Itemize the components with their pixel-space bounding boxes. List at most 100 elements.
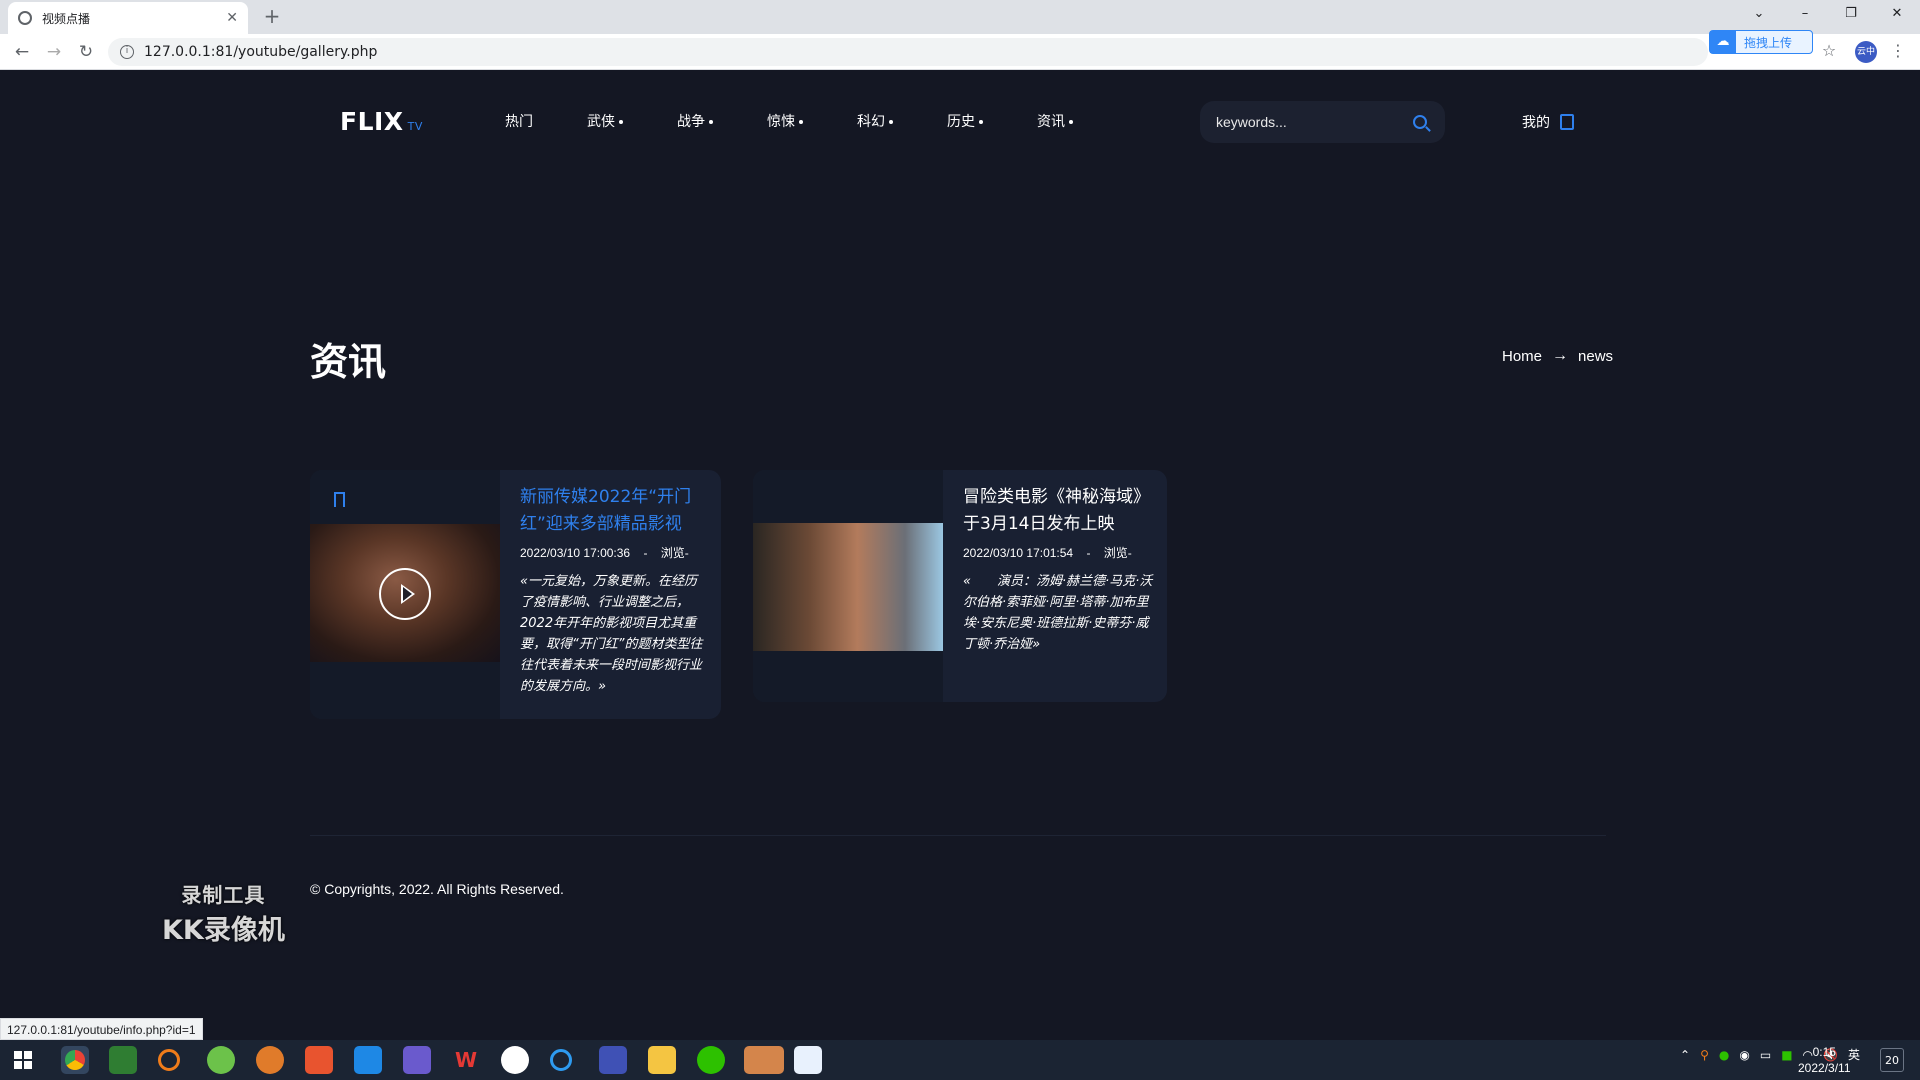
folder-icon[interactable] xyxy=(648,1046,676,1074)
news-meta: 2022/03/10 17:01:54 - 浏览- xyxy=(963,544,1153,561)
reload-icon[interactable]: ↻ xyxy=(74,40,98,64)
info-icon[interactable]: i xyxy=(120,45,134,59)
windows-taskbar: W ⌃ ⚲ ● ◉ ▭ ■ ◠ 🔇 英 0:15 2022/3/11 20 xyxy=(0,1040,1920,1080)
page-title: 资讯 xyxy=(310,340,387,384)
tab-title: 视频点播 xyxy=(42,11,91,26)
logo-text: FLIX xyxy=(340,107,404,136)
search-app-icon[interactable] xyxy=(158,1049,180,1071)
news-excerpt: « 演员：汤姆·赫兰德·马克·沃尔伯格·索菲娅·阿里·塔蒂·加布里埃·安东尼奥·… xyxy=(963,574,1153,652)
dropdown-dot-icon xyxy=(1069,120,1073,124)
menu-item-news[interactable]: 资讯 xyxy=(1037,111,1073,131)
menu-item-label: 资讯 xyxy=(1037,114,1065,130)
menu-item-wuxia[interactable]: 武侠 xyxy=(587,111,623,131)
address-bar[interactable]: i 127.0.0.1:81/youtube/gallery.php xyxy=(108,38,1708,66)
menu-item-label: 战争 xyxy=(677,114,705,130)
news-date: 2022/03/10 17:00:36 xyxy=(520,546,631,560)
news-meta-separator: - xyxy=(1086,546,1091,560)
bookmark-icon[interactable] xyxy=(334,492,345,507)
news-image xyxy=(753,523,943,651)
menu-item-label: 热门 xyxy=(505,114,533,130)
face-app-icon[interactable] xyxy=(256,1046,284,1074)
menu-item-hot[interactable]: 热门 xyxy=(505,111,533,131)
breadcrumb: Home → news xyxy=(1502,347,1613,365)
news-date: 2022/03/10 17:01:54 xyxy=(963,546,1074,560)
menu-item-war[interactable]: 战争 xyxy=(677,111,713,131)
breadcrumb-home[interactable]: Home xyxy=(1502,348,1542,365)
search-box xyxy=(1200,101,1445,143)
menu-item-thriller[interactable]: 惊悚 xyxy=(767,111,803,131)
search-tool-icon[interactable] xyxy=(550,1049,572,1071)
play-icon[interactable] xyxy=(379,568,431,620)
tray-security-icon[interactable]: ■ xyxy=(1781,1048,1792,1062)
tray-wechat-icon[interactable]: ● xyxy=(1719,1048,1729,1062)
site-logo[interactable]: FLIX TV xyxy=(340,107,423,136)
address-url: 127.0.0.1:81/youtube/gallery.php xyxy=(144,44,378,60)
news-thumbnail[interactable] xyxy=(310,470,500,719)
news-card-body: 冒险类电影《神秘海域》于3月14日发布上映 2022/03/10 17:01:5… xyxy=(963,484,1153,655)
notepad-app-icon[interactable] xyxy=(109,1046,137,1074)
profile-avatar[interactable]: 云中 xyxy=(1855,41,1877,63)
menu-item-label: 惊悚 xyxy=(767,114,795,130)
chart-app-icon[interactable] xyxy=(599,1046,627,1074)
browser-toolbar: ← → ↻ i 127.0.0.1:81/youtube/gallery.php xyxy=(0,34,1920,70)
close-tab-icon[interactable]: ✕ xyxy=(226,10,238,26)
news-title[interactable]: 新丽传媒2022年“开门红”迎来多部精品影视 xyxy=(520,484,710,538)
news-card[interactable]: 新丽传媒2022年“开门红”迎来多部精品影视 2022/03/10 17:00:… xyxy=(310,470,721,719)
footer-divider xyxy=(310,835,1606,836)
back-icon[interactable]: ← xyxy=(10,40,34,64)
news-card[interactable]: 冒险类电影《神秘海域》于3月14日发布上映 2022/03/10 17:01:5… xyxy=(753,470,1167,702)
browser-tab[interactable]: 视频点播 ✕ xyxy=(8,2,248,34)
wechat-icon[interactable] xyxy=(697,1046,725,1074)
cloud-icon: ☁ xyxy=(1710,31,1736,53)
dropdown-dot-icon xyxy=(799,120,803,124)
news-meta: 2022/03/10 17:00:36 - 浏览- xyxy=(520,544,710,561)
restore-button[interactable]: ❐ xyxy=(1828,0,1874,30)
news-meta-separator: - xyxy=(643,546,648,560)
vscode-app-icon[interactable] xyxy=(354,1046,382,1074)
tab-search-icon[interactable]: ⌄ xyxy=(1736,0,1782,30)
copyright-text: © Copyrights, 2022. All Rights Reserved. xyxy=(310,881,564,897)
slides-app-icon[interactable] xyxy=(305,1046,333,1074)
menu-item-history[interactable]: 历史 xyxy=(947,111,983,131)
login-icon xyxy=(1560,114,1574,130)
tray-search-icon[interactable]: ⚲ xyxy=(1700,1048,1709,1062)
news-title[interactable]: 冒险类电影《神秘海域》于3月14日发布上映 xyxy=(963,484,1153,538)
menu-item-label: 科幻 xyxy=(857,114,885,130)
news-excerpt: «一元复始，万象更新。在经历了疫情影响、行业调整之后，2022年开年的影视项目尤… xyxy=(520,574,703,694)
green-app-icon[interactable] xyxy=(207,1046,235,1074)
dropdown-dot-icon xyxy=(889,120,893,124)
browser-app-icon[interactable] xyxy=(501,1046,529,1074)
forward-icon[interactable]: → xyxy=(42,40,66,64)
upload-extension-button[interactable]: ☁ 拖拽上传 xyxy=(1709,30,1813,54)
watermark-line1: 录制工具 xyxy=(181,883,266,907)
chrome-app-icon[interactable] xyxy=(61,1046,89,1074)
recorder-app-icon[interactable] xyxy=(744,1046,784,1074)
mountain-app-icon[interactable] xyxy=(403,1046,431,1074)
notification-center-icon[interactable]: 20 xyxy=(1880,1048,1904,1072)
new-tab-button[interactable]: + xyxy=(260,4,284,28)
close-window-button[interactable]: ✕ xyxy=(1874,0,1920,30)
cloud-app-icon[interactable] xyxy=(794,1046,822,1074)
wps-app-icon[interactable]: W xyxy=(452,1046,480,1074)
browser-menu-icon[interactable]: ⋮ xyxy=(1887,40,1909,62)
globe-icon xyxy=(18,11,32,25)
tray-expand-icon[interactable]: ⌃ xyxy=(1680,1048,1690,1062)
taskbar-clock[interactable]: 0:15 2022/3/11 xyxy=(1798,1044,1851,1076)
account-link[interactable]: 我的 xyxy=(1522,112,1574,132)
news-views: 浏览- xyxy=(1103,546,1132,560)
tray-device-icon[interactable]: ▭ xyxy=(1760,1048,1771,1062)
breadcrumb-current: news xyxy=(1578,347,1614,365)
news-views: 浏览- xyxy=(660,546,689,560)
upload-extension-label: 拖拽上传 xyxy=(1744,35,1793,50)
news-thumbnail[interactable] xyxy=(753,470,943,702)
minimize-button[interactable]: – xyxy=(1782,0,1828,30)
news-card-body: 新丽传媒2022年“开门红”迎来多部精品影视 2022/03/10 17:00:… xyxy=(520,484,710,697)
search-input[interactable] xyxy=(1216,114,1413,130)
tray-qq-icon[interactable]: ◉ xyxy=(1739,1048,1749,1062)
search-icon[interactable] xyxy=(1413,115,1427,129)
windows-start-icon[interactable] xyxy=(14,1051,32,1069)
main-menu: 热门 武侠 战争 惊悚 科幻 历史 资讯 xyxy=(505,111,1127,131)
status-bar-url: 127.0.0.1:81/youtube/info.php?id=1 xyxy=(0,1018,203,1040)
menu-item-scifi[interactable]: 科幻 xyxy=(857,111,893,131)
bookmark-star-icon[interactable]: ☆ xyxy=(1818,40,1840,62)
